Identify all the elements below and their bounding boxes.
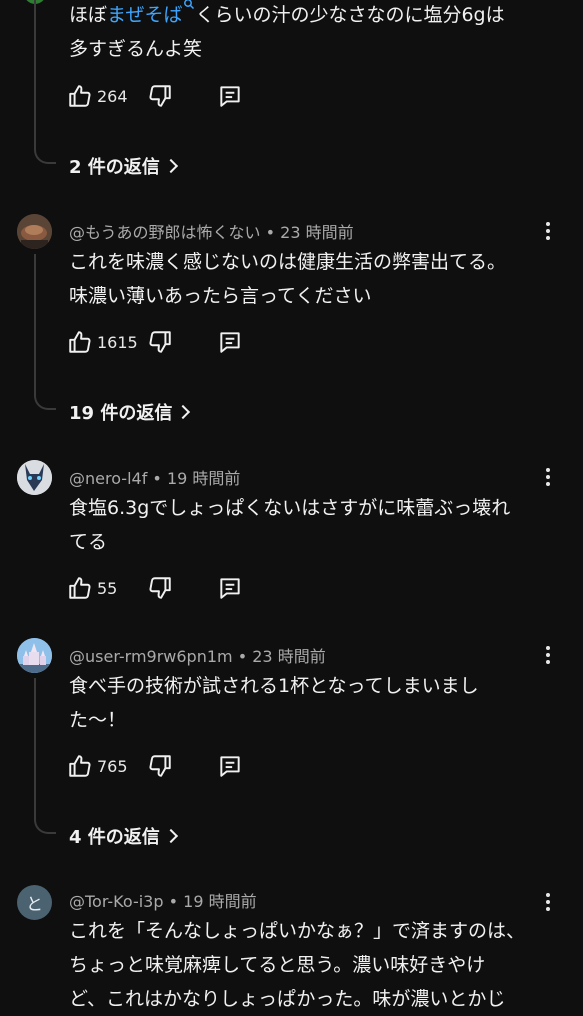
comment-text: 食塩6.3gでしょっぱくないはさすがに味蕾ぶっ壊れ てる xyxy=(69,497,511,553)
thumbs-up-icon[interactable] xyxy=(67,575,93,601)
more-vert-icon[interactable] xyxy=(544,646,552,666)
thread-line xyxy=(34,0,36,150)
author-name[interactable]: @nero-l4f xyxy=(69,469,147,488)
avatar[interactable] xyxy=(17,460,52,495)
chevron-right-icon xyxy=(163,828,178,844)
author-name[interactable]: @Tor-Ko-i3p xyxy=(69,892,164,911)
comment-time: 19 時間前 xyxy=(183,892,257,911)
more-vert-icon[interactable] xyxy=(544,468,552,488)
avatar-image xyxy=(17,214,52,249)
comment-meta: @nero-l4f • 19 時間前 xyxy=(69,469,241,488)
comment-actions: 55 xyxy=(67,575,317,605)
thumbs-down-icon[interactable] xyxy=(147,83,173,109)
view-replies-button[interactable]: 4 件の返信 xyxy=(69,823,178,849)
more-vert-icon[interactable] xyxy=(544,893,552,913)
like-count: 1615 xyxy=(97,333,138,352)
thread-curve xyxy=(34,396,56,410)
chevron-right-icon xyxy=(163,158,178,174)
body-link[interactable]: まぜそば xyxy=(107,0,195,26)
avatar-image xyxy=(17,638,52,673)
avatar[interactable] xyxy=(17,214,52,249)
comment-time: 23 時間前 xyxy=(280,223,354,242)
comment-meta: @Tor-Ko-i3p • 19 時間前 xyxy=(69,892,257,911)
comment-text: ほぼまぜそば くらいの汁の少なさなのに塩分6gは 多すぎるんよ笑 xyxy=(69,0,539,66)
more-vert-icon[interactable] xyxy=(544,222,552,242)
avatar-letter: と xyxy=(26,895,43,915)
like-count: 55 xyxy=(97,579,118,598)
thumbs-up-icon[interactable] xyxy=(67,753,93,779)
comment-meta: @もうあの野郎は怖くない • 23 時間前 xyxy=(69,223,354,242)
view-replies-button[interactable]: 2 件の返信 xyxy=(69,153,178,179)
thumbs-down-icon[interactable] xyxy=(147,753,173,779)
comment-actions: 1615 xyxy=(67,329,317,359)
like-count: 765 xyxy=(97,757,128,776)
thread-curve xyxy=(34,150,56,164)
thread-line xyxy=(34,254,36,396)
thread-curve xyxy=(34,820,56,834)
comment-time: 23 時間前 xyxy=(252,647,326,666)
like-count: 264 xyxy=(97,87,128,106)
comment-reply-icon[interactable] xyxy=(217,575,243,601)
view-replies-button[interactable]: 19 件の返信 xyxy=(69,399,191,425)
author-name[interactable]: @user-rm9rw6pn1m xyxy=(69,647,233,666)
comment-reply-icon[interactable] xyxy=(217,83,243,109)
thumbs-up-icon[interactable] xyxy=(67,83,93,109)
comment-time: 19 時間前 xyxy=(166,469,241,488)
avatar[interactable] xyxy=(17,638,52,673)
comment-text: これを「そんなしょっぱいかなぁ？」で済ますのは、 ちょっと味覚麻痺してると思う。… xyxy=(69,920,526,1010)
comment-meta: @user-rm9rw6pn1m • 23 時間前 xyxy=(69,647,326,666)
comment-text: これを味濃く感じないのは健康生活の弊害出てる。 味濃い薄いあったら言ってください xyxy=(69,251,507,307)
thumbs-down-icon[interactable] xyxy=(147,329,173,355)
thread-line xyxy=(34,678,36,820)
author-name[interactable]: @もうあの野郎は怖くない xyxy=(69,223,261,242)
avatar-image xyxy=(17,460,52,495)
avatar[interactable]: と xyxy=(17,885,52,920)
chevron-right-icon xyxy=(176,404,191,420)
thumbs-down-icon[interactable] xyxy=(147,575,173,601)
thumbs-up-icon[interactable] xyxy=(67,329,93,355)
comment-actions: 264 xyxy=(67,83,317,113)
search-link-icon xyxy=(184,0,195,10)
comment-reply-icon[interactable] xyxy=(217,753,243,779)
comment-actions: 765 xyxy=(67,753,317,783)
comment-text: 食べ手の技術が試される1杯となってしまいまし た〜！ xyxy=(69,675,479,731)
comment-reply-icon[interactable] xyxy=(217,329,243,355)
